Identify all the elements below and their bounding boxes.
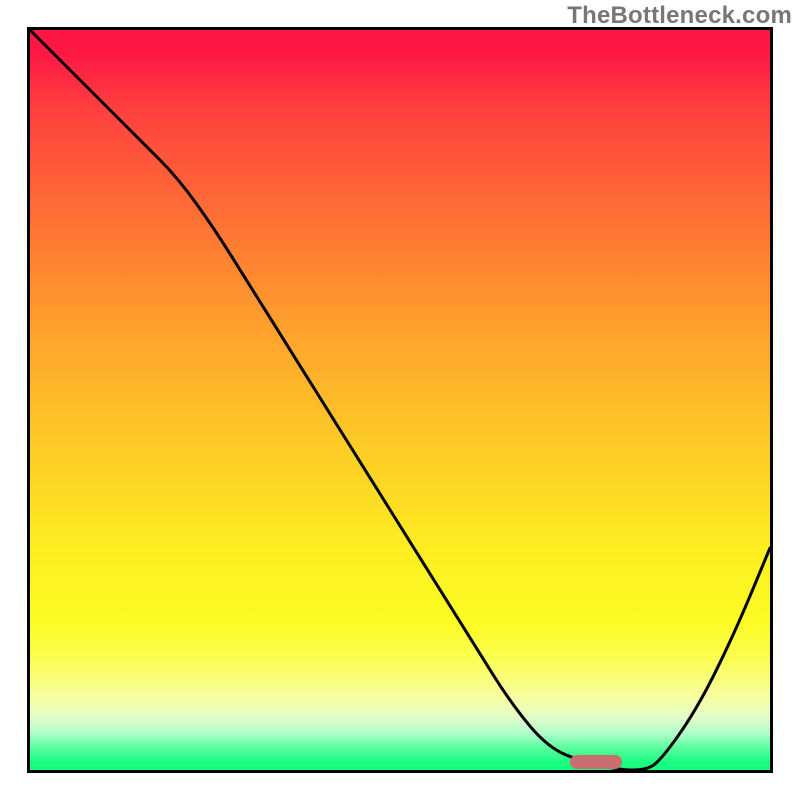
chart-background-gradient bbox=[30, 30, 770, 770]
watermark-text: TheBottleneck.com bbox=[567, 2, 792, 30]
chart-canvas: TheBottleneck.com bbox=[0, 0, 800, 800]
